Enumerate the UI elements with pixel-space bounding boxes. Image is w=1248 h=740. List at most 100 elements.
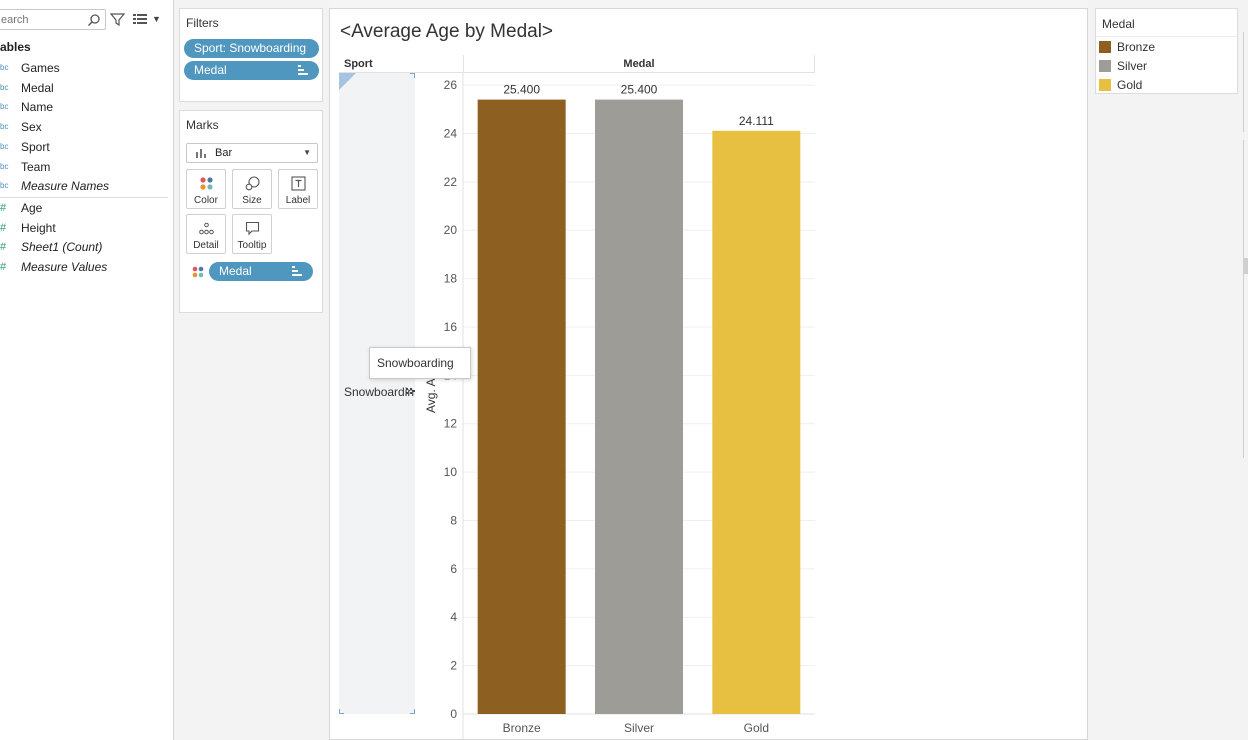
y-tick-label: 6 [450, 562, 457, 576]
right-column: Medal Bronze Silver Gold [1088, 0, 1248, 740]
filter-icon[interactable] [110, 12, 125, 27]
string-type-icon: bc [0, 162, 9, 171]
number-type-icon: # [0, 241, 7, 253]
sort-icon [292, 266, 302, 276]
tooltip-text: Snowboarding [377, 356, 454, 370]
chevron-down-icon[interactable]: ▼ [152, 14, 161, 24]
size-button[interactable]: Size [232, 169, 272, 209]
detail-button[interactable]: Detail [186, 214, 226, 254]
field-label: Measure Names [21, 179, 110, 193]
tooltip: Snowboarding [369, 347, 471, 379]
x-tick-label: Bronze [503, 721, 541, 735]
scroll-track [1243, 140, 1248, 458]
chart-title[interactable]: <Average Age by Medal> [340, 21, 553, 43]
row-header-pane[interactable]: Snowboarding [339, 73, 415, 714]
pill-label: Sport: Snowboarding [194, 41, 307, 55]
mark-type-dropdown[interactable]: Bar ▼ [186, 143, 318, 163]
color-button[interactable]: Color [186, 169, 226, 209]
number-type-icon: # [0, 222, 7, 234]
fields-divider [0, 197, 168, 198]
string-type-icon: bc [0, 102, 9, 111]
scroll-handle[interactable] [1244, 258, 1248, 274]
data-label: 24.111 [739, 114, 774, 128]
color-palette-icon [200, 177, 213, 190]
y-tick-label: 8 [450, 513, 457, 527]
column-header-label[interactable]: Medal [464, 58, 814, 70]
y-tick-label: 20 [444, 223, 458, 237]
column-header-cell: Medal [463, 55, 815, 73]
field-label: Sheet1 (Count) [21, 240, 103, 254]
field-label: Sex [21, 120, 42, 134]
field-label: Medal [21, 81, 54, 95]
row-header-cell: Sport [339, 55, 463, 73]
filter-pill-sport[interactable]: Sport: Snowboarding [184, 39, 319, 58]
y-tick-label: 26 [444, 78, 458, 92]
field-label: Height [21, 221, 56, 235]
y-tick-label: 10 [444, 465, 458, 479]
label-button[interactable]: Label [278, 169, 318, 209]
data-pane: ▼ ables bc Games bc Medal bc Name bc Sex bc S… [0, 0, 174, 740]
view-options-icon[interactable] [133, 13, 147, 25]
detail-dots-icon [199, 222, 214, 235]
string-type-icon: bc [0, 142, 9, 151]
tooltip-button[interactable]: Tooltip [232, 214, 272, 254]
legend-divider [1096, 36, 1237, 37]
legend-item-silver[interactable]: Silver [1099, 58, 1229, 74]
field-measure-values[interactable]: # Measure Values [0, 258, 170, 276]
field-team[interactable]: bc Team [0, 158, 170, 176]
x-tick-label: Silver [624, 721, 654, 735]
field-sport[interactable]: bc Sport [0, 138, 170, 156]
legend-label: Bronze [1117, 40, 1156, 54]
field-sex[interactable]: bc Sex [0, 118, 170, 136]
color-button-label: Color [194, 195, 218, 206]
filter-pill-medal[interactable]: Medal [184, 61, 319, 80]
row-header-label[interactable]: Sport [344, 58, 373, 70]
field-label: Games [21, 61, 60, 75]
color-pill-medal[interactable]: Medal [209, 262, 313, 281]
field-height[interactable]: # Height [0, 219, 170, 237]
tooltip-button-label: Tooltip [237, 240, 267, 251]
string-type-icon: bc [0, 122, 9, 131]
y-tick-label: 2 [450, 659, 457, 673]
bar-chart: 0246810121416182022242625.400Bronze25.40… [444, 73, 815, 740]
search-icon[interactable] [87, 13, 101, 27]
number-type-icon: # [0, 261, 7, 273]
legend-label: Silver [1117, 59, 1148, 73]
x-tick-label: Gold [744, 721, 769, 735]
bar-gold[interactable] [712, 130, 801, 715]
legend-swatch [1099, 79, 1111, 91]
selection-corner [339, 709, 344, 714]
field-age[interactable]: # Age [0, 199, 170, 217]
y-tick-label: 22 [444, 175, 458, 189]
string-type-icon: bc [0, 63, 9, 72]
field-name[interactable]: bc Name [0, 98, 170, 116]
selection-corner [339, 73, 356, 90]
pill-label: Medal [219, 264, 252, 278]
search-box[interactable] [0, 9, 106, 30]
tables-heading: ables [0, 40, 31, 54]
field-measure-names[interactable]: bc Measure Names [0, 177, 170, 195]
string-type-icon: bc [0, 181, 9, 190]
y-tick-label: 18 [444, 272, 458, 286]
drag-handle-icon[interactable] [405, 387, 415, 397]
filters-card: Filters Sport: Snowboarding Medal [179, 8, 323, 102]
chevron-down-icon: ▼ [303, 148, 311, 157]
y-tick-label: 12 [444, 417, 458, 431]
data-label: 25.400 [503, 83, 540, 97]
field-label: Team [21, 160, 51, 174]
filters-title: Filters [186, 16, 219, 30]
legend-item-bronze[interactable]: Bronze [1099, 39, 1229, 55]
field-label: Sport [21, 140, 50, 154]
view-canvas: <Average Age by Medal> Sport Medal Snowb… [329, 8, 1088, 740]
row-value-label[interactable]: Snowboarding [344, 385, 414, 399]
legend-item-gold[interactable]: Gold [1099, 77, 1229, 93]
search-input[interactable] [1, 12, 85, 28]
field-medal[interactable]: bc Medal [0, 79, 170, 97]
bar-silver[interactable] [595, 99, 683, 714]
field-games[interactable]: bc Games [0, 59, 170, 77]
field-sheet1-count[interactable]: # Sheet1 (Count) [0, 238, 170, 256]
size-button-label: Size [242, 195, 262, 206]
speech-bubble-icon [245, 221, 260, 236]
legend-label: Gold [1117, 78, 1143, 92]
bar-bronze[interactable] [477, 99, 566, 714]
